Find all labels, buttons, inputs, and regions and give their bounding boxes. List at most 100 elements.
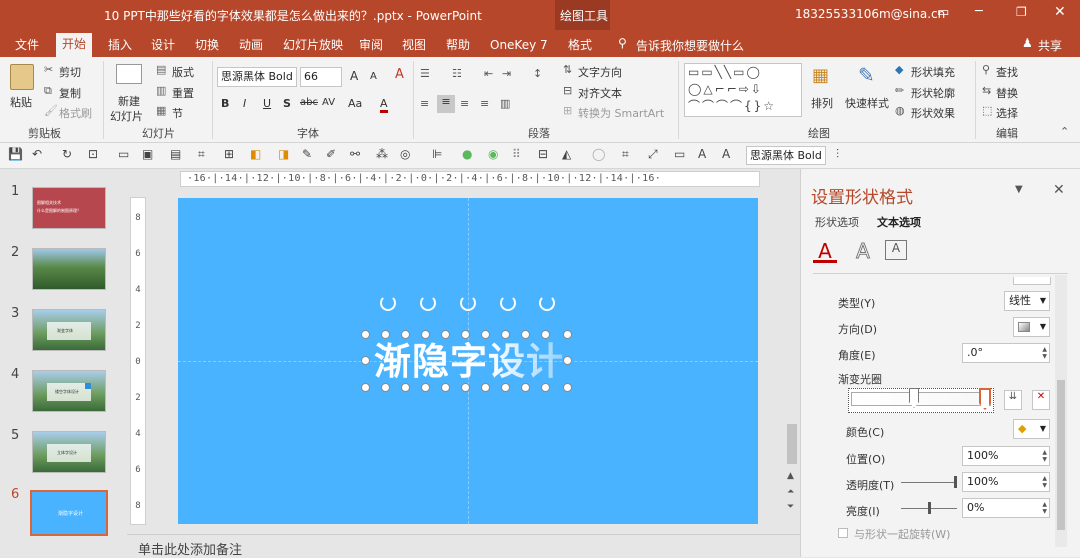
rotate-handle-icon[interactable]: [380, 295, 396, 311]
transparency-slider-thumb[interactable]: [954, 476, 957, 488]
font-size-combo[interactable]: 66: [300, 67, 342, 87]
thumb-slide-6[interactable]: 渐隐字设计: [30, 490, 108, 536]
rotate-handle-icon[interactable]: [460, 295, 476, 311]
cut-icon[interactable]: ✂: [44, 63, 53, 76]
tab-onekey[interactable]: OneKey 7: [484, 34, 554, 57]
tab-animations[interactable]: 动画: [233, 34, 269, 57]
thumb-slide-2[interactable]: [32, 248, 106, 290]
remove-stop-icon[interactable]: ✕: [1032, 390, 1050, 410]
add-stop-icon[interactable]: ⇊: [1004, 390, 1022, 410]
shadow-button[interactable]: S: [283, 97, 291, 110]
textbox-icon[interactable]: A: [885, 240, 907, 260]
align-left-icon[interactable]: ≡: [420, 97, 429, 110]
find-button[interactable]: 查找: [996, 64, 1018, 80]
vertical-scrollbar[interactable]: ▲ ⏶ ⏷: [784, 169, 800, 534]
frame-icon[interactable]: ▭: [674, 147, 685, 161]
tab-help[interactable]: 帮助: [440, 34, 476, 57]
new-slide-icon[interactable]: [116, 64, 142, 84]
resize-handle[interactable]: [563, 383, 572, 392]
angle-input[interactable]: .0° ▲ ▼: [962, 343, 1050, 363]
justify-icon[interactable]: ≡: [480, 97, 489, 110]
pane-scroll-thumb[interactable]: [1057, 380, 1065, 530]
qat-font-combo[interactable]: 思源黑体 Bold: [746, 146, 826, 165]
resize-handle[interactable]: [541, 383, 550, 392]
brightness-slider-thumb[interactable]: [928, 502, 931, 514]
restore-icon[interactable]: ❐: [1016, 5, 1027, 19]
arrange-icon[interactable]: ▦: [812, 65, 829, 86]
section-icon[interactable]: ▦: [156, 104, 166, 117]
layout-icon[interactable]: ▤: [156, 63, 166, 76]
tab-slideshow[interactable]: 幻灯片放映: [277, 34, 349, 57]
shape-fill-button[interactable]: 形状填充: [911, 64, 955, 80]
screen-icon[interactable]: ▭: [118, 147, 129, 161]
brightness-input[interactable]: 0% ▲ ▼: [962, 498, 1050, 518]
slide-canvas[interactable]: 渐隐字设计: [178, 198, 758, 524]
resize-handle[interactable]: [401, 330, 410, 339]
distribute-icon[interactable]: ⊟: [538, 147, 548, 161]
arrange-button[interactable]: 排列: [811, 95, 833, 111]
copy-button[interactable]: 复制: [59, 85, 81, 101]
thumb-slide-3[interactable]: 渐变字体: [32, 309, 106, 351]
transparency-slider[interactable]: [901, 482, 957, 483]
merge-icon[interactable]: ⚯: [350, 147, 360, 161]
quick-styles-icon[interactable]: ✎: [858, 63, 875, 87]
text-direction-button[interactable]: 文字方向: [578, 64, 622, 80]
smartart-icon[interactable]: ⊞: [563, 104, 572, 117]
scroll-thumb[interactable]: [787, 424, 797, 464]
text-fill-icon[interactable]: A: [813, 239, 837, 263]
pane-options-icon[interactable]: ▼: [1015, 184, 1023, 195]
clear-format-icon[interactable]: A: [395, 67, 404, 82]
next-slide-icon[interactable]: ⏷: [787, 502, 794, 512]
paste-button[interactable]: 粘贴: [10, 94, 32, 110]
resize-handle[interactable]: [361, 383, 370, 392]
resize-handle[interactable]: [563, 356, 572, 365]
select-icon[interactable]: ⬚: [982, 104, 992, 117]
resize-handle[interactable]: [461, 383, 470, 392]
layers2-icon[interactable]: ◨: [278, 147, 289, 161]
tab-review[interactable]: 审阅: [353, 34, 389, 57]
slideshow-icon[interactable]: ⊡: [88, 147, 98, 161]
char-spacing-button[interactable]: AV: [322, 97, 335, 108]
align-icon[interactable]: ⊫: [432, 147, 442, 161]
shapes-gallery[interactable]: ▭▭╲╲▭◯ ◯△⌐⌐⇨⇩ ⌒⌒⌒⌒{}☆: [684, 63, 802, 117]
notes-placeholder[interactable]: 单击此处添加备注: [138, 539, 242, 558]
resize-handle[interactable]: [441, 330, 450, 339]
align-text-button[interactable]: 对齐文本: [578, 85, 622, 101]
rotate-with-shape-checkbox[interactable]: [838, 528, 848, 538]
pen-icon[interactable]: ✐: [326, 147, 336, 161]
decrease-indent-icon[interactable]: ⇤: [484, 67, 493, 80]
undo-icon[interactable]: ↶: [32, 147, 42, 161]
node-icon[interactable]: ⁂: [376, 147, 388, 161]
find-icon[interactable]: ⚲: [982, 63, 990, 76]
tell-me-box[interactable]: 告诉我你想要做什么: [636, 37, 744, 54]
format-painter-icon[interactable]: 🖌: [44, 104, 58, 117]
minimize-icon[interactable]: ─: [975, 4, 983, 19]
tab-design[interactable]: 设计: [145, 34, 181, 57]
grow-font-icon[interactable]: A: [350, 69, 358, 83]
group-icon[interactable]: ⊞: [224, 147, 234, 161]
align-center-icon[interactable]: ≡: [437, 95, 455, 113]
increase-indent-icon[interactable]: ⇥: [502, 67, 511, 80]
table-icon[interactable]: ▤: [170, 147, 181, 161]
resize-handle[interactable]: [381, 383, 390, 392]
tab-file[interactable]: 文件: [9, 34, 45, 57]
shape-effects-icon[interactable]: ◍: [895, 104, 905, 117]
pane-scrollbar[interactable]: [1055, 275, 1067, 547]
columns-icon[interactable]: ▥: [500, 97, 510, 110]
resize-handle[interactable]: [563, 330, 572, 339]
resize-handle[interactable]: [501, 330, 510, 339]
numbering-icon[interactable]: ☷: [452, 67, 462, 80]
position-input[interactable]: 100% ▲ ▼: [962, 446, 1050, 466]
type-select[interactable]: 线性 ▼: [1004, 291, 1050, 311]
tab-shape-options[interactable]: 形状选项: [815, 214, 859, 230]
resize-handle[interactable]: [401, 383, 410, 392]
new-slide-dropdown[interactable]: 幻灯片: [110, 108, 143, 124]
resize-handle[interactable]: [501, 383, 510, 392]
transparency-input[interactable]: 100% ▲ ▼: [962, 472, 1050, 492]
grid-icon[interactable]: ⠿: [512, 147, 521, 161]
resize-handle[interactable]: [361, 356, 370, 365]
resize-handle[interactable]: [441, 383, 450, 392]
shrink-font-qat-icon[interactable]: A: [722, 147, 730, 161]
rotate-handle-icon[interactable]: [420, 295, 436, 311]
tab-format[interactable]: 格式: [562, 34, 598, 57]
